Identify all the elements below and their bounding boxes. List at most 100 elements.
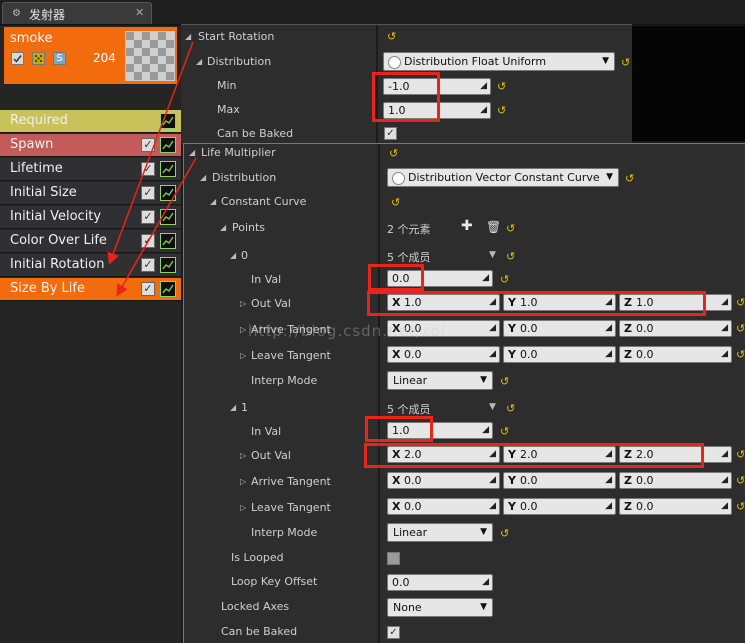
- reset-icon[interactable]: ↺: [736, 501, 745, 512]
- leave-y-input[interactable]: Y 0.0 ◢: [503, 346, 616, 363]
- drag-handle-icon[interactable]: ◢: [489, 502, 496, 511]
- arrive-y-input[interactable]: Y 0.0 ◢: [503, 472, 616, 489]
- drag-handle-icon[interactable]: ◢: [480, 106, 487, 115]
- reset-icon[interactable]: ↺: [736, 297, 745, 308]
- curve-editor-icon[interactable]: [160, 137, 176, 153]
- expand-icon[interactable]: ▷: [240, 477, 246, 486]
- drag-handle-icon[interactable]: ◢: [721, 324, 728, 333]
- expand-icon[interactable]: ▷: [240, 325, 246, 334]
- reset-icon[interactable]: ↺: [736, 475, 745, 486]
- module-item[interactable]: Initial Velocity ✓: [0, 206, 181, 229]
- locked-axes-select[interactable]: None ▼: [387, 598, 493, 617]
- drag-handle-icon[interactable]: ◢: [605, 502, 612, 511]
- module-enable-checkbox[interactable]: ✓: [141, 138, 155, 152]
- trash-icon[interactable]: 🗑: [486, 220, 501, 234]
- module-enable-checkbox[interactable]: ✓: [141, 282, 155, 296]
- expand-icon[interactable]: ▷: [240, 503, 246, 512]
- chevron-down-icon[interactable]: ▼: [489, 250, 496, 260]
- arrive-y-input[interactable]: Y 0.0 ◢: [503, 320, 616, 337]
- drag-handle-icon[interactable]: ◢: [721, 450, 728, 459]
- chevron-down-icon[interactable]: ▼: [489, 402, 496, 412]
- tab-emitter[interactable]: ⚙ 发射器 ✕: [2, 2, 152, 24]
- reset-icon[interactable]: ↺: [500, 528, 509, 539]
- module-item[interactable]: Color Over Life ✓: [0, 230, 181, 253]
- leave-z-input[interactable]: Z 0.0 ◢: [619, 346, 732, 363]
- curve-editor-icon[interactable]: [160, 113, 176, 129]
- reset-icon[interactable]: ↺: [506, 403, 515, 414]
- can-be-baked-checkbox[interactable]: ✓: [387, 626, 400, 639]
- reset-icon[interactable]: ↺: [621, 57, 630, 68]
- curve-editor-icon[interactable]: [160, 209, 176, 225]
- drag-handle-icon[interactable]: ◢: [482, 274, 489, 283]
- leave-y-input[interactable]: Y 0.0 ◢: [503, 498, 616, 515]
- reset-icon[interactable]: ↺: [497, 105, 506, 116]
- drag-handle-icon[interactable]: ◢: [605, 350, 612, 359]
- module-enable-checkbox[interactable]: ✓: [141, 186, 155, 200]
- module-enable-checkbox[interactable]: ✓: [141, 258, 155, 272]
- drag-handle-icon[interactable]: ◢: [480, 82, 487, 91]
- arrive-x-input[interactable]: X 0.0 ◢: [387, 472, 500, 489]
- drag-handle-icon[interactable]: ◢: [605, 476, 612, 485]
- reset-icon[interactable]: ↺: [736, 349, 745, 360]
- emitter-enable-checkbox[interactable]: [11, 52, 24, 65]
- curve-editor-icon[interactable]: [160, 257, 176, 273]
- add-icon[interactable]: ✚: [461, 218, 473, 234]
- module-item[interactable]: Initial Rotation ✓: [0, 254, 181, 277]
- drag-handle-icon[interactable]: ◢: [489, 476, 496, 485]
- expand-icon[interactable]: ◢: [210, 197, 216, 206]
- reset-icon[interactable]: ↺: [500, 274, 509, 285]
- reset-icon[interactable]: ↺: [736, 323, 745, 334]
- arrive-z-input[interactable]: Z 0.0 ◢: [619, 320, 732, 337]
- emitter-render-mode-icon[interactable]: [32, 52, 45, 65]
- reset-icon[interactable]: ↺: [506, 251, 515, 262]
- expand-icon[interactable]: ◢: [189, 148, 195, 157]
- curve-editor-icon[interactable]: [160, 161, 176, 177]
- reset-icon[interactable]: ↺: [387, 31, 396, 42]
- expand-icon[interactable]: ▷: [240, 299, 246, 308]
- drag-handle-icon[interactable]: ◢: [721, 350, 728, 359]
- expand-icon[interactable]: ◢: [196, 57, 202, 66]
- module-item[interactable]: Initial Size ✓: [0, 182, 181, 205]
- reset-icon[interactable]: ↺: [736, 449, 745, 460]
- emitter-solo-button[interactable]: S: [53, 52, 66, 65]
- reset-icon[interactable]: ↺: [506, 223, 515, 234]
- leave-z-input[interactable]: Z 0.0 ◢: [619, 498, 732, 515]
- distribution-select[interactable]: Distribution Vector Constant Curve ▼: [387, 168, 619, 187]
- module-enable-checkbox[interactable]: ✓: [141, 210, 155, 224]
- close-icon[interactable]: ✕: [135, 6, 144, 19]
- drag-handle-icon[interactable]: ◢: [721, 502, 728, 511]
- expand-icon[interactable]: ◢: [200, 173, 206, 182]
- reset-icon[interactable]: ↺: [500, 376, 509, 387]
- can-be-baked-checkbox[interactable]: ✓: [384, 127, 397, 140]
- interp-mode-select[interactable]: Linear ▼: [387, 371, 493, 390]
- module-item[interactable]: Required: [0, 110, 181, 133]
- interp-mode-select[interactable]: Linear ▼: [387, 523, 493, 542]
- expand-icon[interactable]: ◢: [220, 223, 226, 232]
- drag-handle-icon[interactable]: ◢: [482, 578, 489, 587]
- reset-icon[interactable]: ↺: [500, 426, 509, 437]
- expand-icon[interactable]: ◢: [185, 32, 191, 41]
- drag-handle-icon[interactable]: ◢: [489, 324, 496, 333]
- leave-x-input[interactable]: X 0.0 ◢: [387, 498, 500, 515]
- module-enable-checkbox[interactable]: ✓: [141, 234, 155, 248]
- module-item[interactable]: Lifetime ✓: [0, 158, 181, 181]
- reset-icon[interactable]: ↺: [389, 148, 398, 159]
- drag-handle-icon[interactable]: ◢: [489, 350, 496, 359]
- module-enable-checkbox[interactable]: ✓: [141, 162, 155, 176]
- drag-handle-icon[interactable]: ◢: [721, 298, 728, 307]
- curve-editor-icon[interactable]: [160, 185, 176, 201]
- reset-icon[interactable]: ↺: [391, 197, 400, 208]
- module-item[interactable]: Spawn ✓: [0, 134, 181, 157]
- expand-icon[interactable]: ◢: [230, 251, 236, 260]
- emitter-header[interactable]: smoke S 204: [4, 27, 177, 84]
- curve-editor-icon[interactable]: [160, 233, 176, 249]
- reset-icon[interactable]: ↺: [497, 81, 506, 92]
- expand-icon[interactable]: ▷: [240, 351, 246, 360]
- curve-editor-icon[interactable]: [160, 281, 176, 297]
- drag-handle-icon[interactable]: ◢: [482, 426, 489, 435]
- is-looped-checkbox[interactable]: [387, 552, 400, 565]
- expand-icon[interactable]: ◢: [230, 403, 236, 412]
- module-item[interactable]: Size By Life ✓: [0, 278, 181, 301]
- drag-handle-icon[interactable]: ◢: [605, 324, 612, 333]
- reset-icon[interactable]: ↺: [625, 173, 634, 184]
